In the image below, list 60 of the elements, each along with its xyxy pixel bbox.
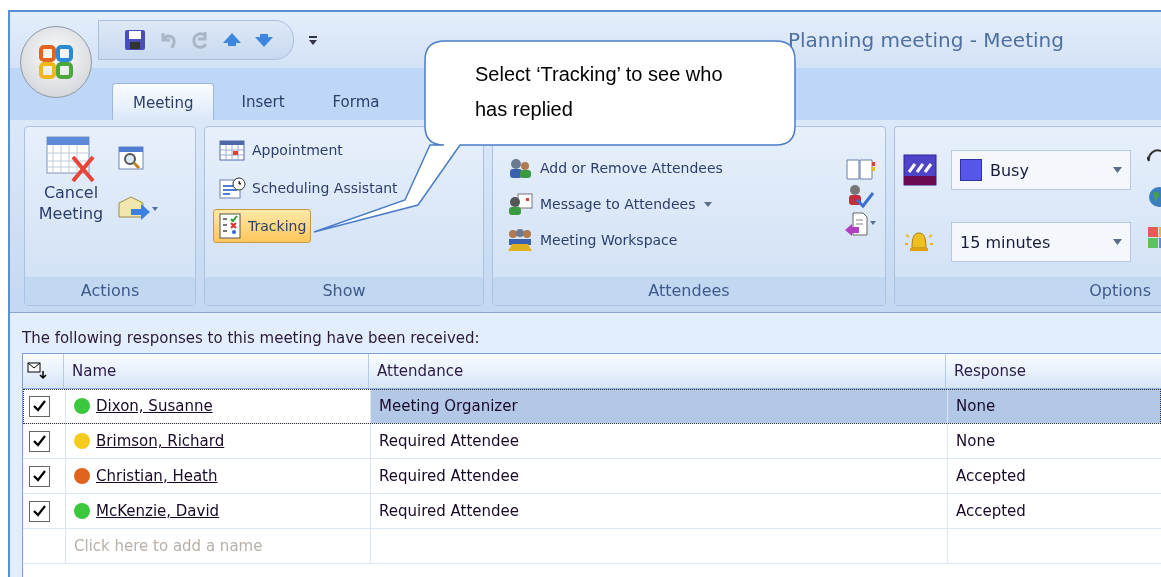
ribbon-button[interactable]: Scheduling Assistant [213,171,403,205]
calendar-search-icon[interactable] [117,145,145,171]
table-cell: None [947,424,1161,458]
table-cell: Meeting Organizer [370,389,947,423]
group-label: Show [205,277,483,305]
checkbox[interactable] [29,500,50,522]
schedule-clock-icon [218,176,246,200]
checkbox[interactable] [29,395,50,417]
reminder-dropdown[interactable]: 15 minutes [951,222,1131,262]
caret-icon [1113,167,1122,173]
checkbox[interactable] [29,465,50,487]
cancel-meeting-button[interactable]: Cancel Meeting [33,133,109,271]
ribbon-button[interactable]: Message to Attendees [501,187,717,221]
attendee-name-link[interactable]: McKenzie, David [96,502,220,520]
check-mark-icon [33,470,46,482]
checklist-icon [218,213,242,239]
categories-icon[interactable] [1147,225,1161,249]
table-cell: Accepted [947,494,1161,528]
ribbon-button[interactable]: Add or Remove Attendees [501,151,728,185]
column-header[interactable]: Attendance [368,354,945,388]
show-as-dropdown[interactable]: Busy [951,150,1131,190]
attendee-name-link[interactable]: Christian, Heath [96,467,218,485]
attendee-name-link[interactable]: Brimson, Richard [96,432,225,450]
ribbon-button[interactable]: Meeting Workspace [501,223,683,257]
forward-envelope-icon[interactable] [117,195,159,221]
intro-text: The following responses to this meeting have been received: [22,329,481,347]
person-message-icon [506,192,534,216]
checkbox[interactable] [29,430,50,452]
customize-toolbar-icon[interactable] [308,34,318,46]
address-book-icon[interactable] [845,157,875,181]
group-label: Actions [25,277,195,305]
ribbon-tab[interactable]: Forma [311,82,401,120]
caret-icon [1113,239,1122,245]
save-icon[interactable] [123,28,147,52]
group-label: Attendees [493,277,885,305]
ribbon-tab[interactable]: Insert [220,82,306,120]
send-mail-icon[interactable] [27,362,47,380]
check-mark-icon [33,505,46,517]
check-mark-icon [33,400,46,412]
column-header[interactable]: Name [63,354,368,388]
ribbon-button[interactable]: Appointment [213,133,348,167]
reply-document-icon[interactable] [843,211,877,237]
office-logo-icon [36,42,76,82]
check-mark-icon [33,435,46,447]
free-busy-icon [903,154,937,186]
group-table-icon [506,228,534,252]
busy-swatch-icon [960,159,982,181]
table-cell: Accepted [947,459,1161,493]
calendar-icon [218,138,246,162]
table-cell: None [947,389,1161,423]
callout-text: Select ‘Tracking’ to see who has replied [475,62,724,122]
window-title: Planning meeting - Meeting [788,28,1064,52]
table-cell: Required Attendee [370,494,947,528]
table-cell: Required Attendee [370,459,947,493]
attendee-name-link[interactable]: Dixon, Susanne [96,397,213,415]
column-header[interactable]: Response [945,354,1161,388]
table-cell: Required Attendee [370,424,947,458]
ribbon-button[interactable]: Tracking [213,209,312,243]
ribbon-tab[interactable]: Meeting [112,83,215,120]
group-label: Options [895,277,1161,305]
